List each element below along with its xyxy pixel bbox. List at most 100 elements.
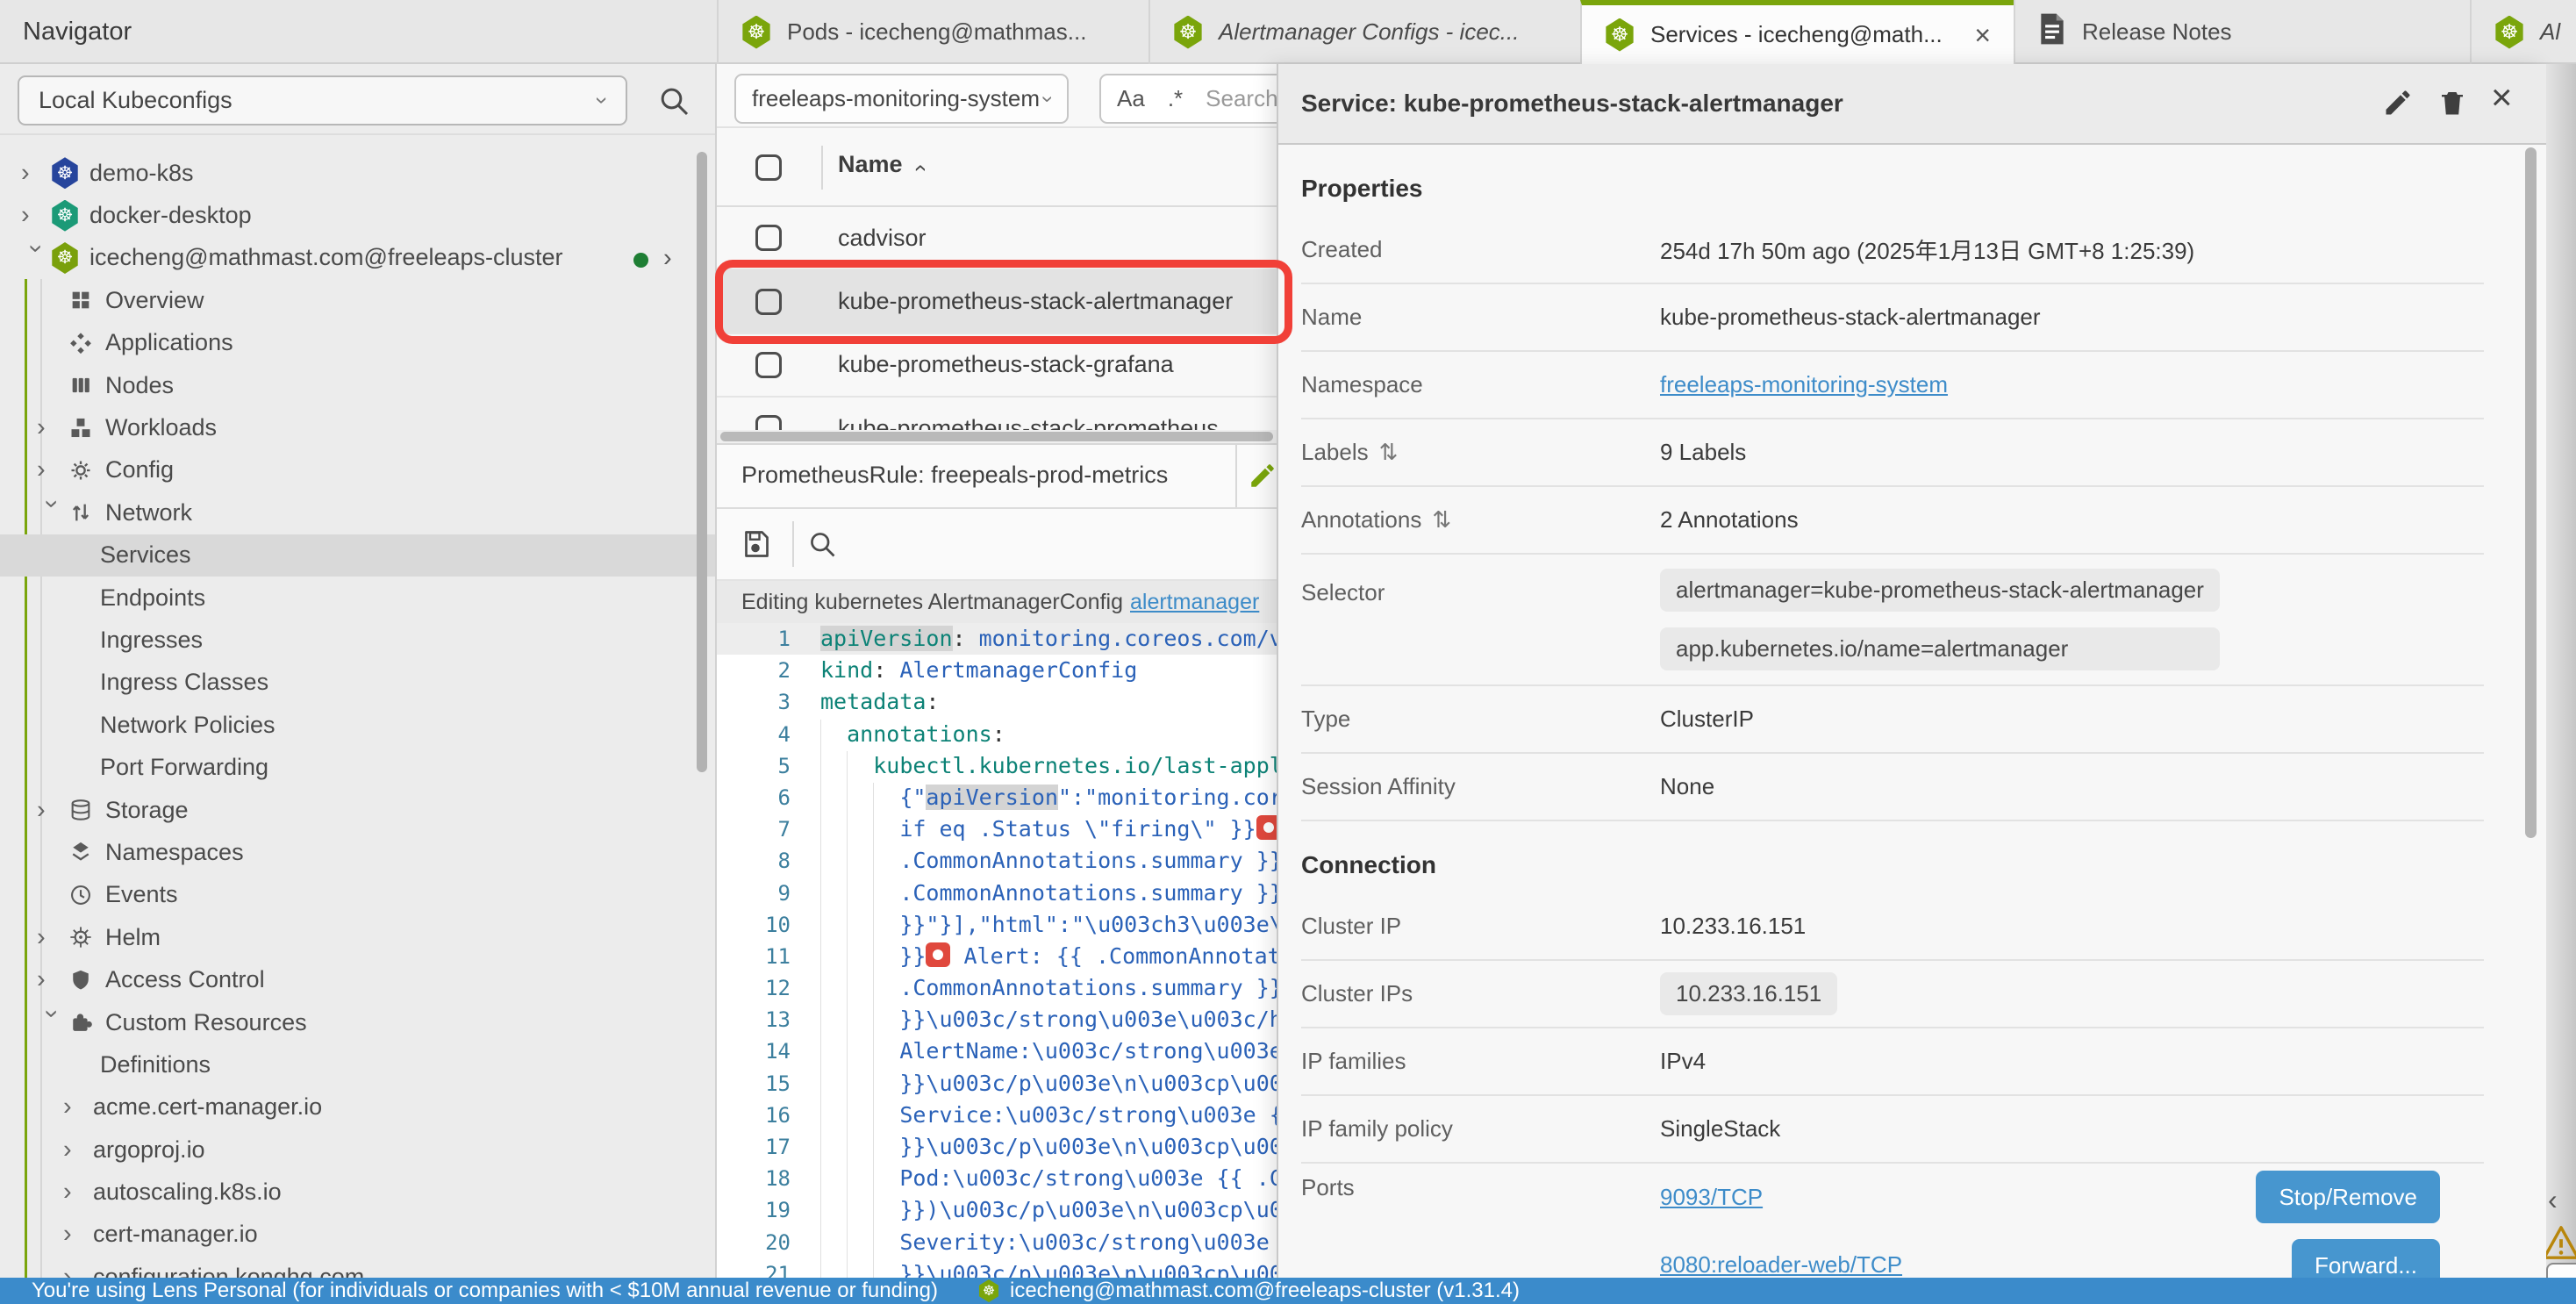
horizontal-scrollbar[interactable]: [717, 430, 1277, 443]
detail-value: 2 Annotations: [1660, 506, 1799, 534]
sidebar-item-autoscaling-k8s-io[interactable]: ›autoscaling.k8s.io: [0, 1171, 715, 1213]
sidebar-item-overview[interactable]: Overview: [0, 279, 715, 321]
sidebar-item-applications[interactable]: Applications: [0, 322, 715, 364]
tab-pods-icecheng-mathmas[interactable]: ☸Pods - icecheng@mathmas...: [717, 0, 1148, 64]
detail-link[interactable]: freeleaps-monitoring-system: [1660, 371, 1948, 398]
row-checkbox[interactable]: [755, 352, 782, 378]
sidebar-item-cert-manager-io[interactable]: ›cert-manager.io: [0, 1214, 715, 1256]
chevron-down-icon[interactable]: ›: [38, 1009, 67, 1039]
tab-release-notes[interactable]: Release Notes: [2014, 0, 2470, 64]
tab-alertmanager-configs-icec[interactable]: ☸Alertmanager Configs - icec...: [1148, 0, 1580, 64]
chevron-right-icon[interactable]: ›: [63, 1178, 93, 1207]
table-row-kube-prometheus-stack-prometheus[interactable]: kube-prometheus-stack-prometheus: [717, 398, 1277, 430]
save-icon[interactable]: [740, 528, 771, 564]
sort-asc-icon[interactable]: ›: [905, 164, 933, 172]
chevron-right-icon[interactable]: ›: [63, 1136, 93, 1164]
sidebar-item-custom-resources[interactable]: ›Custom Resources: [0, 1001, 715, 1043]
sort-toggle-icon[interactable]: ⇅: [1379, 439, 1399, 466]
sidebar-item-network-policies[interactable]: Network Policies: [0, 704, 715, 746]
detail-value: alertmanager=kube-prometheus-stack-alert…: [1660, 569, 2220, 670]
code-text: Pod:\u003c/strong\u003e {{ .Co: [820, 1163, 1277, 1194]
edit-service-icon[interactable]: [2382, 87, 2414, 123]
namespace-select[interactable]: freeleaps-monitoring-system ›: [734, 74, 1069, 124]
chevron-right-icon[interactable]: ›: [37, 965, 67, 994]
sidebar-item-config[interactable]: ›Config: [0, 449, 715, 491]
sidebar-item-configuration-konghq-com[interactable]: ›configuration.konghq.com: [0, 1256, 715, 1278]
regex-icon[interactable]: .*: [1168, 85, 1183, 112]
close-drawer-icon[interactable]: ×: [2491, 76, 2513, 118]
warning-icon[interactable]: [2546, 1224, 2576, 1265]
detail-label: Cluster IPs: [1301, 980, 1660, 1007]
close-tab-icon[interactable]: ×: [1974, 21, 1991, 49]
sort-toggle-icon[interactable]: ⇅: [1432, 506, 1451, 534]
row-checkbox[interactable]: [755, 289, 782, 315]
port-link[interactable]: 8080:reloader-web/TCP: [1660, 1251, 1902, 1279]
chevron-right-icon[interactable]: ›: [63, 1093, 93, 1121]
sidebar-scrollbar[interactable]: [697, 152, 707, 772]
sidebar-item-services[interactable]: Services: [0, 534, 715, 577]
sidebar-item-icecheng-mathmast-com-freeleaps-cluster[interactable]: ›☸icecheng@mathmast.com@freeleaps-cluste…: [0, 237, 715, 279]
port-stop-remove-button[interactable]: Stop/Remove: [2256, 1171, 2440, 1223]
code-text: Severity:\u003c/strong\u003e: [820, 1227, 1270, 1258]
sidebar-item-ingress-classes[interactable]: Ingress Classes: [0, 662, 715, 704]
sidebar-item-label: Namespaces: [105, 839, 244, 866]
sidebar-item-storage[interactable]: ›Storage: [0, 789, 715, 831]
chevron-right-icon[interactable]: ›: [63, 1263, 93, 1278]
chevron-right-icon[interactable]: ›: [63, 1220, 93, 1249]
sidebar-item-argoproj-io[interactable]: ›argoproj.io: [0, 1128, 715, 1171]
chevron-right-icon[interactable]: ›: [37, 796, 67, 825]
sidebar-item-docker-desktop[interactable]: ›☸docker-desktop: [0, 194, 715, 236]
sidebar-item-label: autoscaling.k8s.io: [93, 1179, 282, 1206]
column-header-name[interactable]: Name: [838, 151, 903, 178]
sidebar-item-namespaces[interactable]: Namespaces: [0, 831, 715, 873]
editing-resource-link[interactable]: alertmanager: [1130, 590, 1259, 615]
sidebar-item-demo-k8s[interactable]: ›☸demo-k8s: [0, 152, 715, 194]
chevron-right-icon[interactable]: ›: [21, 159, 51, 188]
service-name-cell: kube-prometheus-stack-alertmanager: [838, 288, 1233, 315]
sidebar-item-access-control[interactable]: ›Access Control: [0, 958, 715, 1000]
table-row-cadvisor[interactable]: cadvisor: [717, 207, 1277, 270]
chevron-right-icon[interactable]: ›: [21, 201, 51, 230]
chevron-right-icon[interactable]: ›: [37, 413, 67, 442]
active-cluster-status[interactable]: ☸ icecheng@mathmast.com@freeleaps-cluste…: [978, 1279, 1520, 1303]
sidebar-item-workloads[interactable]: ›Workloads: [0, 406, 715, 448]
match-case-icon[interactable]: Aa: [1117, 85, 1145, 112]
table-row-kube-prometheus-stack-alertmanager[interactable]: kube-prometheus-stack-alertmanager: [717, 270, 1277, 333]
drawer-scrollbar[interactable]: [2525, 147, 2537, 838]
tab-al[interactable]: ☸Al: [2470, 0, 2576, 64]
sidebar-item-definitions[interactable]: Definitions: [0, 1043, 715, 1085]
sidebar-item-helm[interactable]: ›Helm: [0, 916, 715, 958]
kubeconfig-source-select[interactable]: Local Kubeconfigs ›: [18, 75, 627, 125]
yaml-editor[interactable]: 1apiVersion: monitoring.coreos.com/v12ki…: [717, 623, 1277, 1278]
scrollbar-thumb[interactable]: [720, 432, 1273, 441]
line-number: 20: [717, 1227, 791, 1258]
chevron-left-icon[interactable]: ‹: [2548, 1184, 2558, 1216]
sidebar-search-icon[interactable]: [656, 83, 691, 123]
tab-services-icecheng-math[interactable]: ☸Services - icecheng@math...×: [1580, 0, 2014, 64]
list-search-input[interactable]: Aa .* Search: [1099, 74, 1277, 124]
chevron-down-icon[interactable]: ›: [22, 245, 51, 275]
editor-line: 18 Pod:\u003c/strong\u003e {{ .Co: [717, 1163, 1277, 1194]
row-checkbox[interactable]: [755, 225, 782, 251]
table-row-kube-prometheus-stack-grafana[interactable]: kube-prometheus-stack-grafana: [717, 334, 1277, 398]
chevron-right-icon[interactable]: ›: [37, 455, 67, 484]
sidebar-item-nodes[interactable]: Nodes: [0, 364, 715, 406]
editor-line: 20 Severity:\u003c/strong\u003e: [717, 1227, 1277, 1258]
chevron-down-icon[interactable]: ›: [38, 499, 67, 529]
edit-resource-pencil-icon[interactable]: [1248, 461, 1277, 495]
select-all-checkbox[interactable]: [755, 154, 782, 181]
delete-service-icon[interactable]: [2436, 87, 2468, 123]
sidebar-item-endpoints[interactable]: Endpoints: [0, 577, 715, 619]
sidebar-item-network[interactable]: ›Network: [0, 491, 715, 534]
row-checkbox[interactable]: [755, 415, 782, 430]
sidebar-item-acme-cert-manager-io[interactable]: ›acme.cert-manager.io: [0, 1086, 715, 1128]
sidebar-item-ingresses[interactable]: Ingresses: [0, 619, 715, 661]
sidebar-item-port-forwarding[interactable]: Port Forwarding: [0, 746, 715, 788]
editor-search-icon[interactable]: [806, 528, 838, 564]
chevron-right-icon[interactable]: ›: [37, 923, 67, 952]
sidebar-item-events[interactable]: Events: [0, 874, 715, 916]
port-link[interactable]: 9093/TCP: [1660, 1184, 1763, 1211]
chevron-right-icon[interactable]: ›: [663, 244, 672, 273]
sidebar-item-label: Endpoints: [100, 584, 205, 612]
code-text: AlertName:\u003c/strong\u003e: [820, 1035, 1277, 1067]
